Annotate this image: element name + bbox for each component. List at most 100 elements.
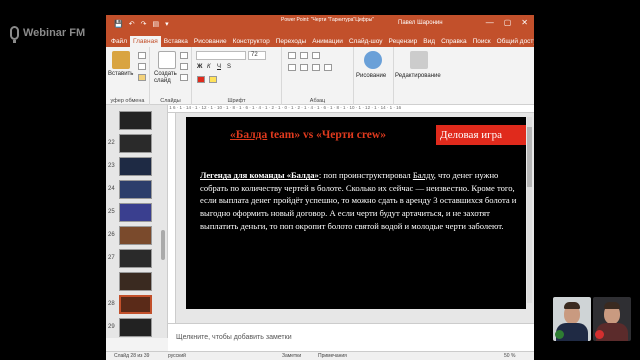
tab-animations[interactable]: Анимации — [309, 36, 346, 47]
thumbnail-number: 28 — [108, 301, 115, 307]
status-bar: Слайд 28 из 39 русский Заметки Примечани… — [106, 351, 534, 360]
font-label: Шрифт — [227, 98, 246, 104]
legend-text-1: : поп проинструктировал — [318, 170, 413, 180]
slide-thumbnail[interactable] — [119, 226, 152, 245]
thumbnails-scrollbar[interactable] — [161, 230, 165, 260]
scrollbar-thumb[interactable] — [527, 127, 532, 187]
mic-status-icon[interactable] — [555, 330, 564, 339]
tab-view[interactable]: Вид — [420, 36, 438, 47]
window-controls: — ▢ ✕ — [486, 18, 528, 27]
slide-counter: Слайд 28 из 39 — [114, 353, 150, 359]
undo-icon[interactable]: ↶ — [129, 20, 135, 28]
copy-icon[interactable] — [138, 63, 146, 70]
shapes-icon[interactable] — [364, 51, 382, 69]
notes-placeholder: Щелкните, чтобы добавить заметки — [176, 334, 292, 341]
font-name-box[interactable] — [196, 51, 246, 60]
participant-hair — [604, 302, 620, 309]
align-left-icon[interactable] — [288, 64, 296, 71]
tab-design[interactable]: Конструктор — [230, 36, 273, 47]
tab-search[interactable]: Поиск — [470, 36, 494, 47]
drawing-group: Рисование — [354, 47, 394, 105]
find-icon[interactable] — [410, 51, 428, 69]
vertical-ruler — [168, 113, 176, 323]
shadow-icon[interactable]: S — [227, 64, 231, 70]
participant-video-2[interactable] — [593, 297, 631, 341]
tab-review[interactable]: Рецензир — [386, 36, 421, 47]
justify-icon[interactable] — [324, 64, 332, 71]
user-name[interactable]: Павел Шаронин — [398, 20, 443, 26]
tab-file[interactable]: Файл — [108, 36, 130, 47]
horizontal-ruler: 1 6 · 1 · 14 · 1 · 12 · 1 · 10 · 1 · 8 ·… — [168, 105, 534, 113]
slide-thumbnail[interactable] — [119, 318, 152, 337]
layout-icon[interactable] — [180, 52, 188, 59]
powerpoint-window: 💾 ↶ ↷ ▤ ▾ Power Point: "Черти "Гарнитура… — [106, 15, 534, 360]
slide-thumbnail[interactable] — [119, 157, 152, 176]
thumbnail-number: 29 — [108, 324, 115, 330]
webinar-stage: Webinar FM 💾 ↶ ↷ ▤ ▾ Power Point: "Черти… — [0, 0, 640, 360]
thumbnail-number: 22 — [108, 140, 115, 146]
customize-icon[interactable]: ▾ — [165, 20, 169, 28]
comments-toggle[interactable]: Примечания — [318, 353, 347, 359]
slide-thumbnail[interactable] — [119, 295, 152, 314]
maximize-icon[interactable]: ▢ — [504, 18, 512, 27]
italic-icon[interactable]: К — [207, 64, 211, 70]
share-button[interactable]: Общий доступ — [494, 36, 534, 47]
slide-thumbnail[interactable] — [119, 180, 152, 199]
section-icon[interactable] — [180, 74, 188, 81]
minimize-icon[interactable]: — — [486, 18, 494, 27]
drawing-button[interactable]: Рисование — [356, 73, 386, 79]
editing-button[interactable]: Редактирование — [395, 73, 441, 79]
bullets-icon[interactable] — [288, 52, 296, 59]
editing-group: Редактирование — [394, 47, 446, 105]
clipboard-group: Вставить уфер обмена — [106, 47, 150, 105]
tab-insert[interactable]: Вставка — [161, 36, 191, 47]
language-indicator[interactable]: русский — [168, 353, 186, 359]
align-right-icon[interactable] — [312, 64, 320, 71]
new-slide-icon[interactable] — [158, 51, 176, 69]
legend-balda: Балду — [412, 170, 434, 180]
tab-transitions[interactable]: Переходы — [273, 36, 310, 47]
font-group: 72 Ж К Ч S Шрифт — [192, 47, 282, 105]
tab-help[interactable]: Справка — [438, 36, 470, 47]
paste-button[interactable]: Вставить — [108, 71, 133, 77]
slide-thumbnail[interactable] — [119, 272, 152, 291]
document-title: Power Point: "Черти "Гарнитура"Цифры" — [281, 17, 374, 23]
cut-icon[interactable] — [138, 52, 146, 59]
font-color-icon[interactable] — [197, 76, 205, 83]
participant-video-1[interactable] — [553, 297, 591, 341]
notes-toggle[interactable]: Заметки — [282, 353, 301, 359]
format-painter-icon[interactable] — [138, 74, 146, 81]
slide-thumbnail[interactable] — [119, 249, 152, 268]
slide-thumbnail[interactable] — [119, 111, 152, 130]
paste-icon[interactable] — [112, 51, 130, 69]
underline-icon[interactable]: Ч — [217, 64, 221, 70]
reset-icon[interactable] — [180, 63, 188, 70]
new-slide-button-line1[interactable]: Создать — [154, 71, 177, 77]
new-slide-button-line2[interactable]: слайд — [154, 78, 171, 84]
highlight-icon[interactable] — [209, 76, 217, 83]
align-center-icon[interactable] — [300, 64, 308, 71]
bold-icon[interactable]: Ж — [197, 64, 202, 70]
thumbnail-number: 25 — [108, 209, 115, 215]
zoom-level[interactable]: 50 % — [504, 353, 515, 359]
font-size-box[interactable]: 72 — [248, 51, 266, 60]
save-icon[interactable]: 💾 — [114, 20, 123, 28]
slide-scrollbar[interactable] — [527, 117, 532, 303]
numbering-icon[interactable] — [300, 52, 308, 59]
mic-status-icon[interactable] — [595, 330, 604, 339]
slide-title-left: «Балда — [230, 129, 268, 141]
slide-title[interactable]: «Балда team» vs «Черти crew» — [230, 129, 386, 141]
tab-slideshow[interactable]: Слайд-шоу — [346, 36, 386, 47]
tab-home[interactable]: Главная — [129, 36, 161, 47]
slide-body-text[interactable]: Легенда для команды «Балда»: поп проинст… — [200, 169, 520, 233]
tab-draw[interactable]: Рисование — [191, 36, 230, 47]
slide-thumbnail[interactable] — [119, 134, 152, 153]
present-icon[interactable]: ▤ — [152, 20, 159, 28]
redo-icon[interactable]: ↷ — [141, 20, 147, 28]
current-slide[interactable]: «Балда team» vs «Черти crew» Деловая игр… — [186, 117, 526, 309]
business-game-badge[interactable]: Деловая игра — [436, 125, 526, 145]
close-icon[interactable]: ✕ — [521, 18, 528, 27]
indent-icon[interactable] — [312, 52, 320, 59]
slide-thumbnail[interactable] — [119, 203, 152, 222]
notes-pane[interactable]: Щелкните, чтобы добавить заметки — [168, 323, 534, 351]
